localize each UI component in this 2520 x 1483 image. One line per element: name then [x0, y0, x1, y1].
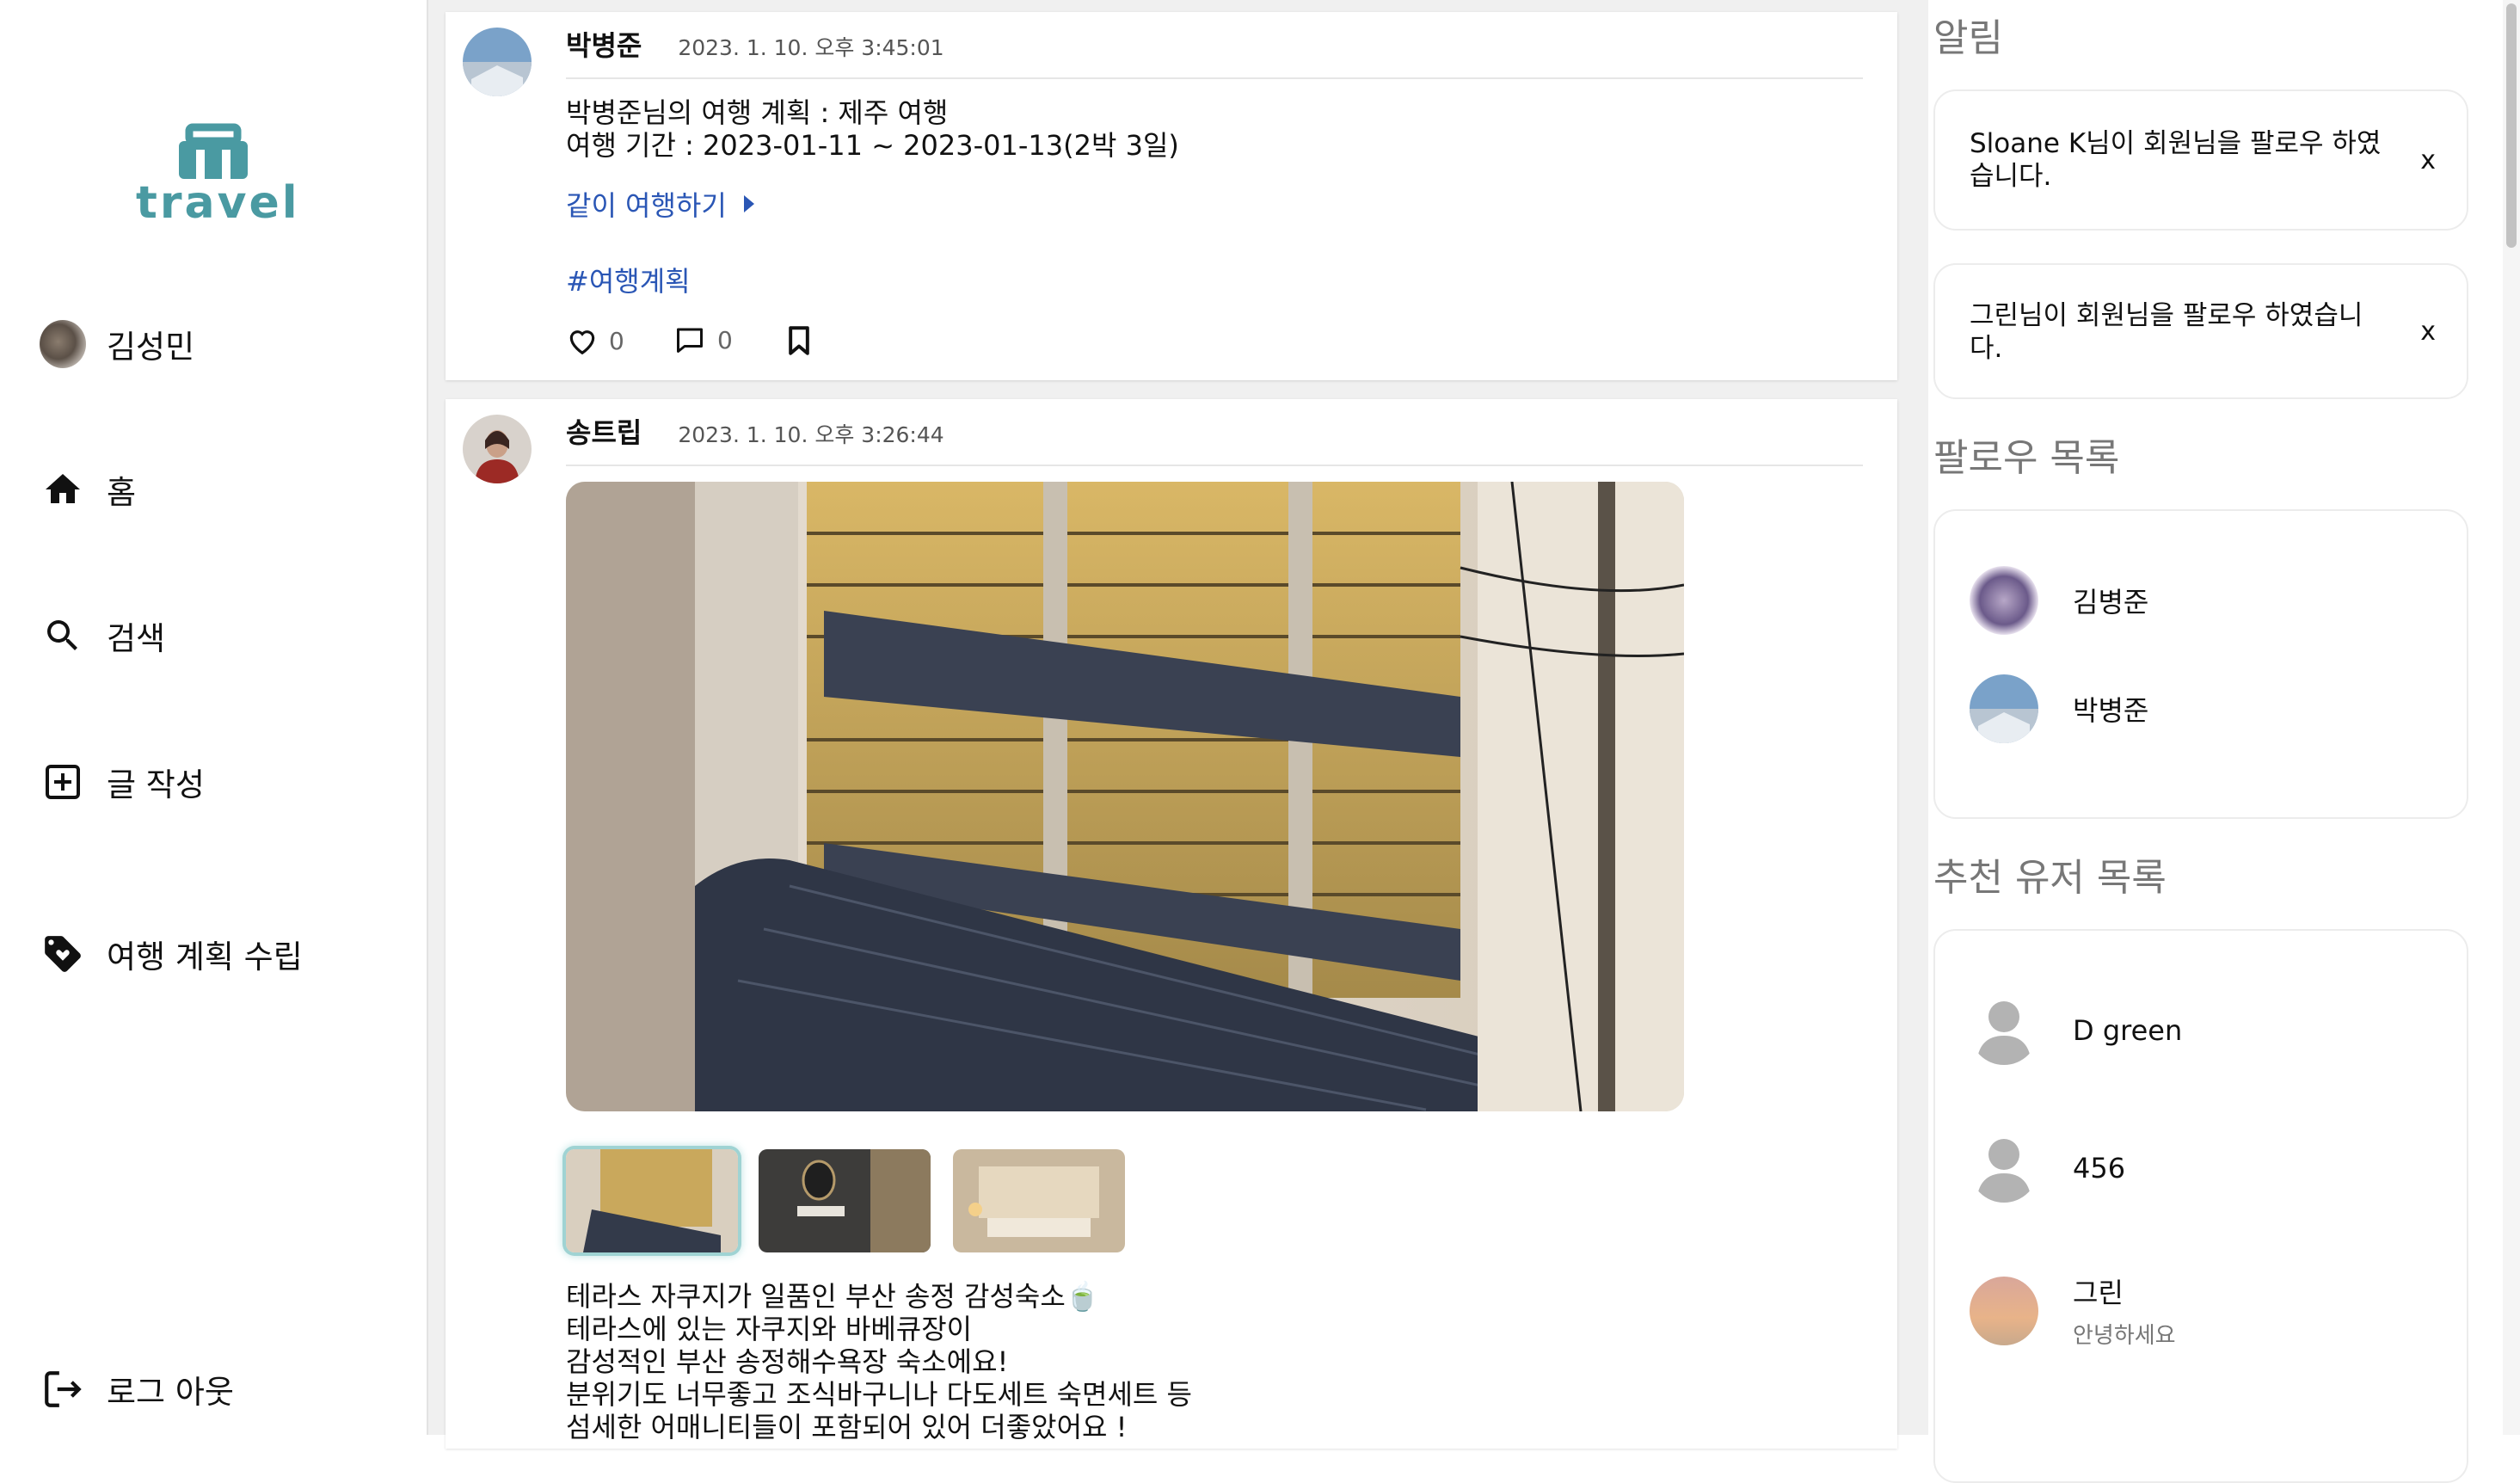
- notification-text: Sloane K님이 회원님을 팔로우 하였습니다.: [1970, 128, 2382, 192]
- recommend-user[interactable]: D green: [1970, 996, 2182, 1065]
- sidebar-profile[interactable]: 김성민: [40, 320, 195, 368]
- follow-user[interactable]: 김병준: [1970, 566, 2148, 635]
- post-text: 테라스 자쿠지가 일품인 부산 송정 감성숙소🍵 테라스에 있는 자쿠지와 바베…: [566, 1280, 1192, 1443]
- comment-button[interactable]: 0: [674, 325, 733, 354]
- default-avatar-icon: [1970, 996, 2038, 1065]
- recommend-list-title: 추천 유저 목록: [1933, 856, 2167, 900]
- join-travel-link[interactable]: 같이 여행하기: [566, 184, 758, 224]
- scrollbar-thumb[interactable]: [2506, 3, 2517, 248]
- user-avatar: [1970, 674, 2038, 743]
- default-avatar-icon: [1970, 1134, 2038, 1203]
- like-button[interactable]: 0: [566, 325, 624, 356]
- sidebar-item-label: 홈: [107, 474, 137, 511]
- user-name: 456: [2073, 1152, 2126, 1185]
- heart-icon: [569, 330, 595, 355]
- recommend-user[interactable]: 그린 안녕하세요: [1970, 1271, 2176, 1350]
- sidebar-item-search[interactable]: 검색: [40, 612, 165, 659]
- follow-list-card: 김병준 박병준: [1933, 509, 2468, 819]
- logout-button[interactable]: 로그 아웃: [40, 1366, 234, 1412]
- thumbnail-3[interactable]: [953, 1149, 1125, 1252]
- recommend-list-card: D green 456 그린 안녕하세요: [1933, 929, 2468, 1483]
- thumbnail-2[interactable]: [759, 1149, 931, 1252]
- join-travel-label: 같이 여행하기: [566, 189, 727, 222]
- close-notification-button[interactable]: x: [2420, 265, 2436, 397]
- logo-text: travel: [136, 177, 300, 229]
- post-text: 박병준님의 여행 계획 : 제주 여행 여행 기간 : 2023-01-11 ~…: [566, 96, 1179, 162]
- post-author[interactable]: 송트립: [566, 411, 642, 451]
- thumbnail-1[interactable]: [566, 1149, 738, 1252]
- follow-user[interactable]: 박병준: [1970, 674, 2148, 743]
- like-count: 0: [609, 326, 624, 355]
- home-icon: [40, 466, 86, 513]
- sidebar: travel 김성민 홈 검색 글 작성 여행 계획 수립 로그 아웃: [0, 0, 428, 1435]
- divider: [566, 465, 1863, 466]
- post-main-photo[interactable]: [566, 482, 1684, 1111]
- sidebar-item-home[interactable]: 홈: [40, 466, 136, 513]
- logout-label: 로그 아웃: [107, 1374, 234, 1411]
- author-avatar[interactable]: [463, 28, 532, 96]
- right-panel: 알림 Sloane K님이 회원님을 팔로우 하였습니다. x 그린님이 회원님…: [1928, 0, 2503, 1483]
- notification-card: 그린님이 회원님을 팔로우 하였습니다. x: [1933, 263, 2468, 399]
- user-name: D green: [2073, 1014, 2183, 1047]
- notification-card: Sloane K님이 회원님을 팔로우 하였습니다. x: [1933, 89, 2468, 231]
- comment-count: 0: [717, 325, 733, 354]
- post-card: 송트립 2023. 1. 10. 오후 3:26:44 테라스 자쿠지가 일품인…: [446, 399, 1897, 1449]
- search-icon: [40, 612, 86, 659]
- post-date: 2023. 1. 10. 오후 3:26:44: [678, 422, 944, 447]
- user-name: 박병준: [2073, 694, 2149, 727]
- sidebar-user-name: 김성민: [107, 329, 195, 366]
- sidebar-item-label: 글 작성: [107, 766, 205, 803]
- feed: 박병준 2023. 1. 10. 오후 3:45:01 박병준님의 여행 계획 …: [428, 0, 1928, 1449]
- travel-logo[interactable]: travel: [136, 122, 300, 234]
- tag-icon: [40, 931, 86, 977]
- caret-right-icon: [743, 195, 754, 212]
- add-box-icon: [40, 759, 86, 805]
- recommend-user[interactable]: 456: [1970, 1134, 2125, 1203]
- follow-list-title: 팔로우 목록: [1933, 436, 2120, 480]
- sidebar-item-label: 여행 계획 수립: [107, 938, 303, 975]
- user-avatar: [1970, 1276, 2038, 1345]
- logout-icon: [40, 1366, 86, 1412]
- author-avatar[interactable]: [463, 415, 532, 483]
- post-date: 2023. 1. 10. 오후 3:45:01: [678, 35, 944, 60]
- user-name: 그린: [2073, 1277, 2124, 1309]
- user-name: 김병준: [2073, 586, 2149, 618]
- suitcase-icon: [179, 123, 248, 179]
- user-bio: 안녕하세요: [2073, 1323, 2176, 1349]
- user-avatar: [1970, 566, 2038, 635]
- post-card: 박병준 2023. 1. 10. 오후 3:45:01 박병준님의 여행 계획 …: [446, 12, 1897, 380]
- sidebar-item-travel-plan[interactable]: 여행 계획 수립: [40, 931, 303, 977]
- user-avatar: [40, 320, 86, 368]
- notifications-title: 알림: [1933, 16, 2003, 60]
- post-header: 송트립 2023. 1. 10. 오후 3:26:44: [566, 411, 944, 451]
- post-header: 박병준 2023. 1. 10. 오후 3:45:01: [566, 24, 944, 64]
- notification-text: 그린님이 회원님을 팔로우 하였습니다.: [1970, 300, 2363, 364]
- close-notification-button[interactable]: x: [2420, 91, 2436, 229]
- bookmark-icon: [789, 326, 809, 355]
- bookmark-button[interactable]: [786, 325, 812, 356]
- sidebar-item-label: 검색: [107, 620, 166, 657]
- divider: [566, 77, 1863, 79]
- hashtag-link[interactable]: #여행계획: [566, 260, 691, 299]
- sidebar-item-write[interactable]: 글 작성: [40, 759, 205, 805]
- post-author[interactable]: 박병준: [566, 24, 642, 64]
- comment-icon: [677, 328, 703, 353]
